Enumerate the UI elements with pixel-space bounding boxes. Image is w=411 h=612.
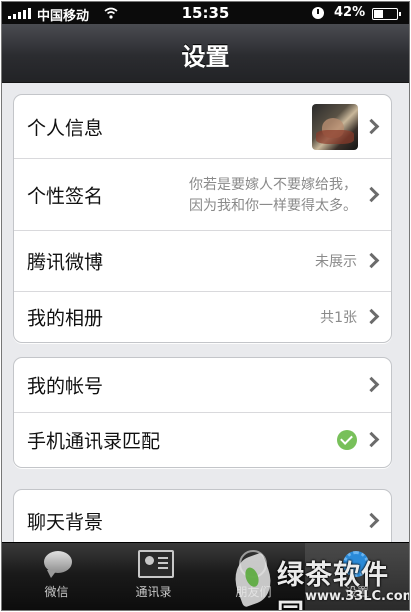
row-personal-info[interactable]: 个人信息 xyxy=(14,95,391,159)
leaf-logo-icon xyxy=(228,552,278,608)
tab-label: 微信 xyxy=(44,585,69,599)
signature-line-1: 你若是要嫁人不要嫁给我， xyxy=(189,177,357,193)
row-tencent-weibo[interactable]: 腾讯微博 未展示 xyxy=(14,231,391,292)
row-label: 腾讯微博 xyxy=(27,251,104,274)
row-label: 聊天背景 xyxy=(27,511,104,534)
row-value: 未展示 xyxy=(315,254,357,270)
signature-text: 你若是要嫁人不要嫁给我， 因为我和你一样要得太多。 xyxy=(152,175,357,217)
navigation-bar: 设置 xyxy=(2,24,409,83)
tab-contacts[interactable]: 通讯录 xyxy=(105,543,202,610)
signature-line-2: 因为我和你一样要得太多。 xyxy=(189,198,357,214)
battery-icon xyxy=(372,8,401,20)
row-label: 手机通讯录匹配 xyxy=(27,430,161,453)
watermark-url: www.33LC.com xyxy=(305,589,410,604)
settings-group-profile: 个人信息 个性签名 你若是要嫁人不要嫁给我， 因为我和你一样要得太多。 腾讯微博… xyxy=(13,94,392,343)
row-contacts-match[interactable]: 手机通讯录匹配 xyxy=(14,413,391,467)
avatar xyxy=(312,104,358,150)
row-signature[interactable]: 个性签名 你若是要嫁人不要嫁给我， 因为我和你一样要得太多。 xyxy=(14,159,391,231)
status-bar: 中国移动 15:35 42% xyxy=(2,2,409,24)
chevron-right-icon xyxy=(363,431,380,448)
tab-wechat[interactable]: 微信 xyxy=(8,543,105,610)
settings-group-account: 我的帐号 手机通讯录匹配 xyxy=(13,357,392,468)
watermark: 绿茶软件园 www.33LC.com xyxy=(227,549,410,610)
row-value: 共1张 xyxy=(320,310,357,326)
battery-level-fill xyxy=(374,10,383,18)
row-my-album[interactable]: 我的相册 共1张 xyxy=(14,292,391,342)
contacts-card-icon xyxy=(138,550,174,578)
battery-percent: 42% xyxy=(334,5,366,20)
phone-screen: 中国移动 15:35 42% 设置 个人信息 个性签名 你若是要嫁人不要嫁给我，… xyxy=(1,1,410,611)
tab-label: 通讯录 xyxy=(135,585,172,599)
chevron-right-icon xyxy=(363,118,380,134)
chevron-right-icon xyxy=(363,512,380,529)
row-label: 个人信息 xyxy=(27,117,104,139)
chevron-right-icon xyxy=(363,376,380,393)
row-my-account[interactable]: 我的帐号 xyxy=(14,358,391,413)
chat-bubble-icon xyxy=(44,551,72,578)
page-title: 设置 xyxy=(181,43,230,71)
row-label: 我的帐号 xyxy=(27,375,104,398)
chevron-right-icon xyxy=(363,252,380,269)
rotation-lock-icon xyxy=(312,7,324,19)
chevron-right-icon xyxy=(363,308,380,325)
chevron-right-icon xyxy=(363,186,380,202)
check-icon xyxy=(337,430,357,450)
row-label: 我的相册 xyxy=(27,307,104,330)
row-label: 个性签名 xyxy=(27,185,104,207)
